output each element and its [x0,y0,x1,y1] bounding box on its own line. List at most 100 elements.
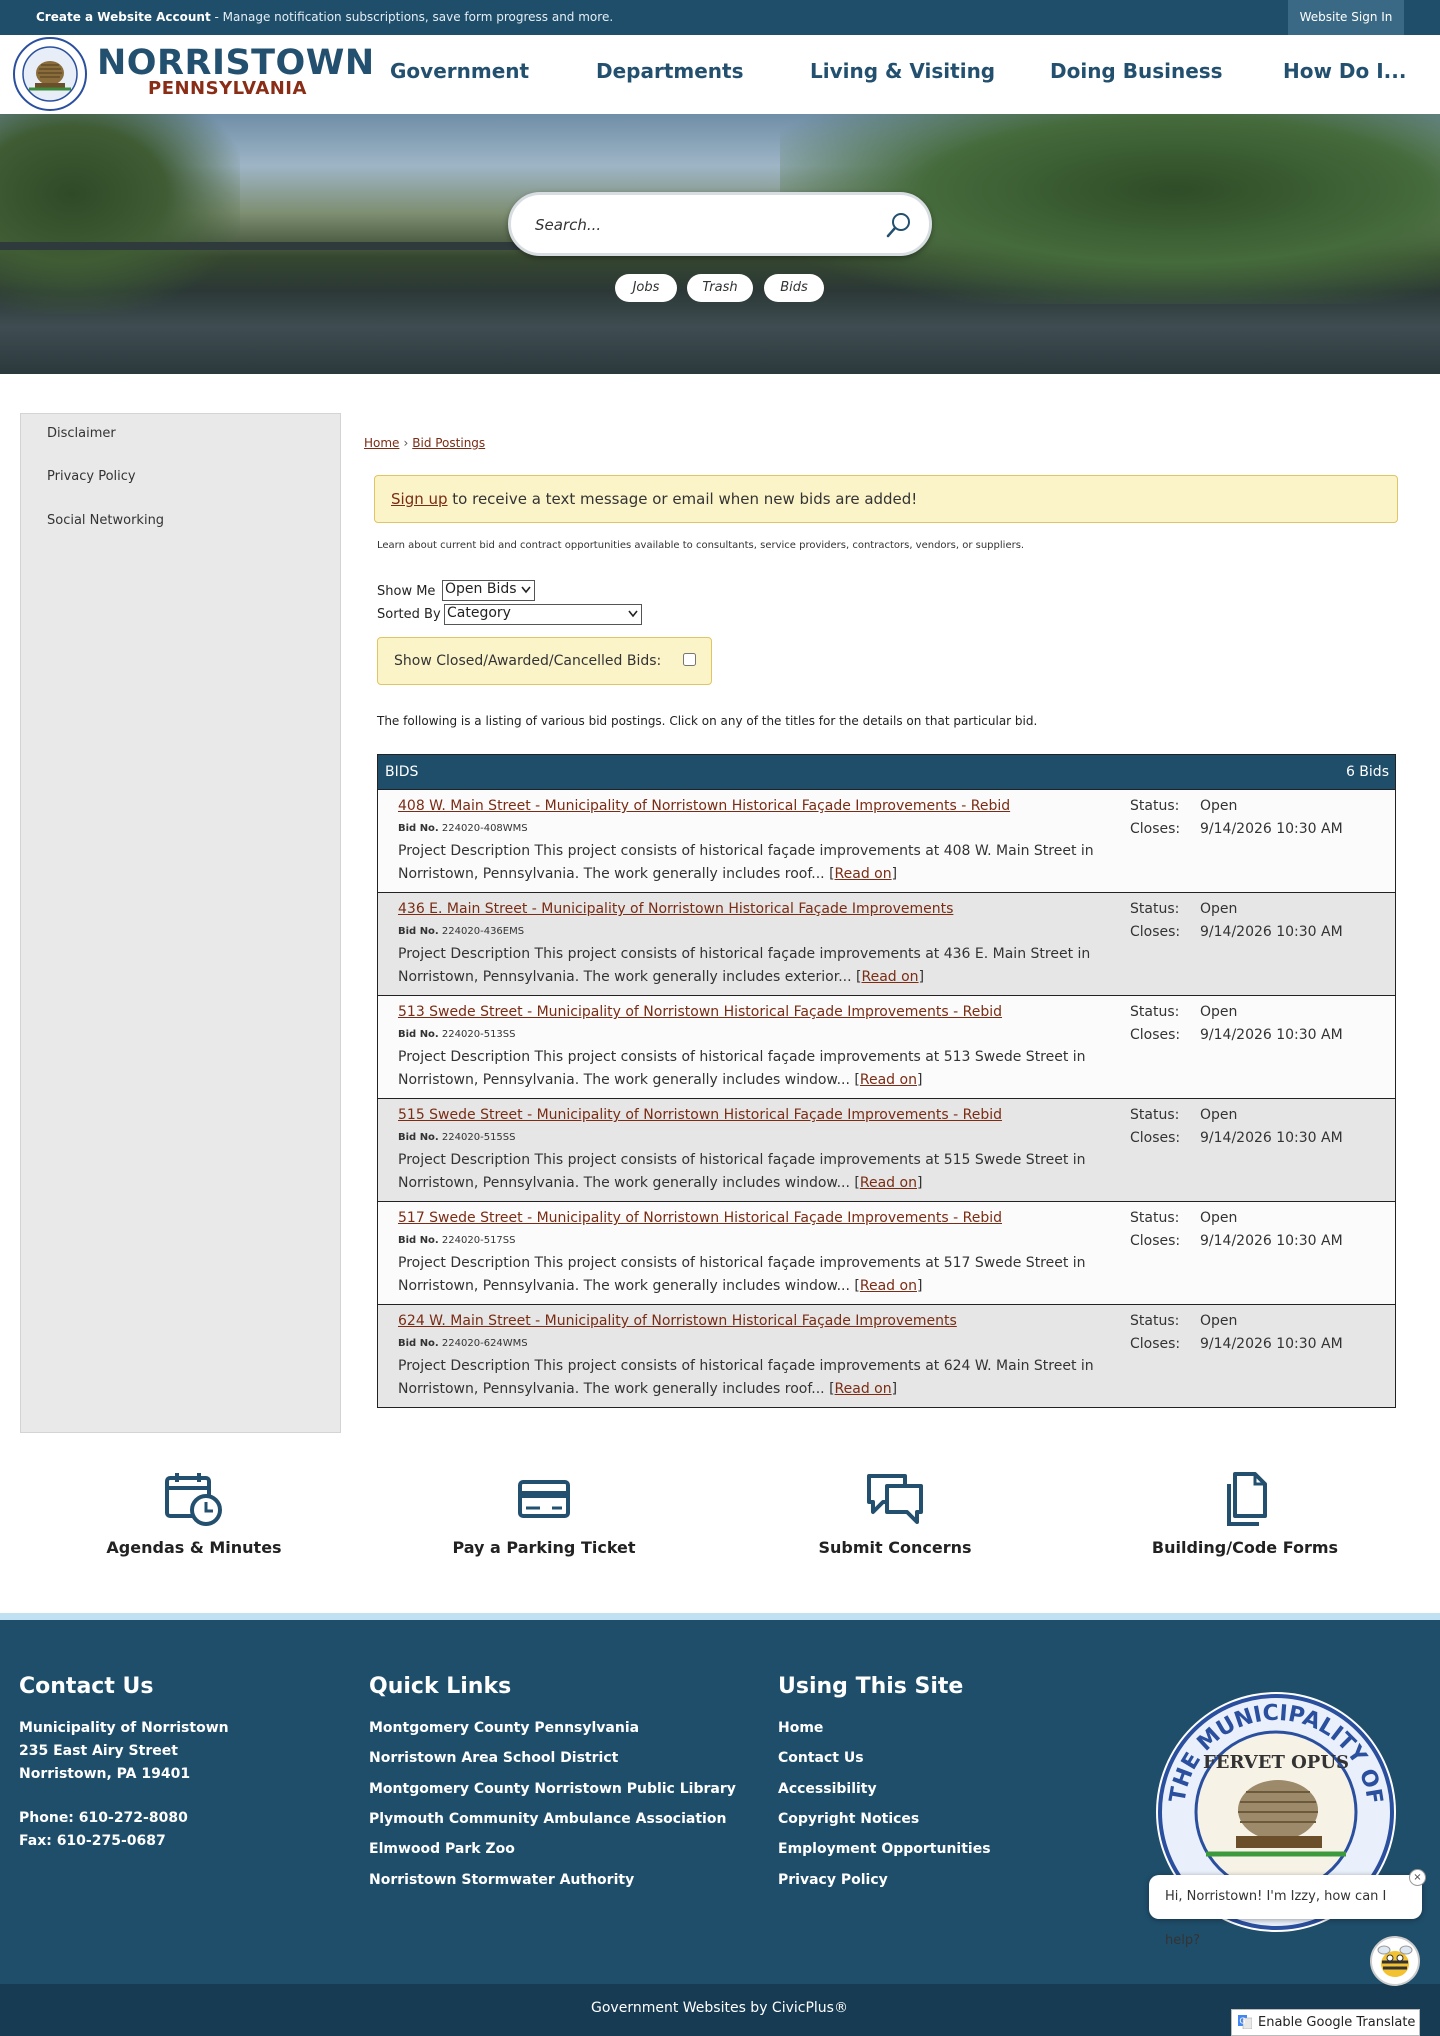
bids-count: 6 Bids [1345,764,1389,780]
sidebar-item-social-networking[interactable]: Social Networking [47,513,164,528]
using-site-heading: Using This Site [778,1674,964,1699]
read-on-link[interactable]: Read on [835,866,892,882]
bid-status-value: Open [1200,1107,1238,1123]
google-translate-icon: G [1238,2015,1252,2029]
bid-number-label: Bid No. [398,1338,439,1349]
footer-link-stormwater[interactable]: Norristown Stormwater Authority [369,1872,634,1888]
site-name[interactable]: NORRISTOWN [97,43,375,83]
bid-status-value: Open [1200,798,1238,814]
bee-mascot-icon [1377,1945,1413,1977]
quick-link-building-code-forms[interactable]: Building/Code Forms [1115,1470,1375,1557]
footer-link-contact-us[interactable]: Contact Us [778,1750,864,1766]
footer-link-employment[interactable]: Employment Opportunities [778,1841,991,1857]
breadcrumb-current[interactable]: Bid Postings [412,436,485,450]
bid-title-link[interactable]: 436 E. Main Street - Municipality of Nor… [398,901,953,917]
bid-status-label: Status: [1130,798,1180,814]
website-sign-in-button[interactable]: Website Sign In [1288,0,1404,35]
bid-title-link[interactable]: 624 W. Main Street - Municipality of Nor… [398,1313,957,1329]
read-on-link[interactable]: Read on [860,1278,917,1294]
search-icon[interactable] [885,211,913,239]
show-me-value: Open Bids [445,581,517,597]
nav-living-visiting[interactable]: Living & Visiting [810,59,995,83]
show-closed-bids-box: Show Closed/Awarded/Cancelled Bids: [377,637,712,685]
bid-number-label: Bid No. [398,926,439,937]
bid-status-label: Status: [1130,1004,1180,1020]
footer-link-public-library[interactable]: Montgomery County Norristown Public Libr… [369,1781,736,1797]
read-on-link[interactable]: Read on [835,1381,892,1397]
site-footer: Contact Us Municipality of Norristown 23… [0,1620,1440,1984]
bid-desc-line1: Project Description This project consist… [398,1358,1094,1374]
chat-bubbles-icon [867,1474,923,1524]
contact-city: Norristown, PA 19401 [19,1766,191,1782]
chat-close-icon[interactable]: × [1409,1869,1426,1886]
footer-link-home[interactable]: Home [778,1720,823,1736]
bid-description: Project Description This project consist… [398,946,1091,985]
bid-row: 624 W. Main Street - Municipality of Nor… [378,1304,1395,1407]
sidebar: Disclaimer Privacy Policy Social Network… [20,413,341,1433]
quick-link-submit-concerns[interactable]: Submit Concerns [765,1470,1025,1557]
signup-link[interactable]: Sign up [391,490,448,508]
bid-number-value: 224020-624WMS [441,1338,528,1349]
footer-link-school-district[interactable]: Norristown Area School District [369,1750,618,1766]
chat-avatar[interactable] [1370,1936,1420,1986]
sidebar-item-disclaimer[interactable]: Disclaimer [47,426,116,441]
footer-link-accessibility[interactable]: Accessibility [778,1781,877,1797]
contact-us-heading: Contact Us [19,1674,154,1699]
signup-text: to receive a text message or email when … [447,490,918,508]
bid-title-link[interactable]: 513 Swede Street - Municipality of Norri… [398,1004,1002,1020]
breadcrumb-home[interactable]: Home [364,436,399,450]
read-on-link[interactable]: Read on [860,1072,917,1088]
credit-card-icon [518,1480,570,1518]
bid-row: 515 Swede Street - Municipality of Norri… [378,1098,1395,1201]
quick-link-agendas-minutes[interactable]: Agendas & Minutes [64,1470,324,1557]
nav-government[interactable]: Government [390,59,529,83]
show-closed-checkbox[interactable] [683,653,696,666]
bid-desc-line2: Norristown, Pennsylvania. The work gener… [398,1175,855,1191]
footer-link-privacy-policy[interactable]: Privacy Policy [778,1872,888,1888]
footer-link-copyright[interactable]: Copyright Notices [778,1811,919,1827]
sidebar-item-privacy-policy[interactable]: Privacy Policy [47,469,136,484]
nav-departments[interactable]: Departments [596,59,744,83]
contact-phone[interactable]: Phone: 610-272-8080 [19,1810,188,1826]
nav-how-do-i[interactable]: How Do I... [1283,59,1406,83]
bid-title-link[interactable]: 517 Swede Street - Municipality of Norri… [398,1210,1002,1226]
civicplus-credit[interactable]: Government Websites by CivicPlus® [591,2000,848,2016]
search-input[interactable] [535,211,855,239]
show-me-select[interactable]: Open Bids [442,580,535,601]
bid-closes-label: Closes: [1130,1130,1181,1146]
chat-greeting-bubble[interactable]: Hi, Norristown! I'm Izzy, how can I help… [1149,1875,1422,1948]
bid-description: Project Description This project consist… [398,1255,1086,1294]
bid-title-link[interactable]: 408 W. Main Street - Municipality of Nor… [398,798,1010,814]
bid-number: Bid No. 224020-436EMS [398,926,524,937]
norristown-seal-logo[interactable] [13,37,87,111]
bid-description: Project Description This project consist… [398,1049,1086,1088]
nav-doing-business[interactable]: Doing Business [1050,59,1223,83]
quick-link-label: Submit Concerns [818,1538,972,1557]
footer-link-montgomery-county[interactable]: Montgomery County Pennsylvania [369,1720,639,1736]
search-pill-bids[interactable]: Bids [764,274,824,302]
signup-notice: Sign up to receive a text message or ema… [374,475,1398,523]
read-on-link[interactable]: Read on [860,1175,917,1191]
sorted-by-select[interactable]: Category [444,604,642,625]
sorted-by-value: Category [447,605,511,621]
bid-number-value: 224020-408WMS [441,823,528,834]
bid-number-value: 224020-513SS [441,1029,516,1040]
bid-status-label: Status: [1130,901,1180,917]
bid-closes-value: 9/14/2026 10:30 AM [1200,1130,1343,1146]
create-account-link[interactable]: Create a Website Account [36,10,211,24]
bid-closes-label: Closes: [1130,924,1181,940]
contact-fax: Fax: 610-275-0687 [19,1833,166,1849]
google-translate-button[interactable]: G Enable Google Translate [1231,2009,1420,2036]
bid-desc-line1: Project Description This project consist… [398,1152,1086,1168]
quick-link-parking-ticket[interactable]: Pay a Parking Ticket [414,1470,674,1557]
bid-closes-value: 9/14/2026 10:30 AM [1200,1233,1343,1249]
bid-row: 513 Swede Street - Municipality of Norri… [378,995,1395,1098]
bid-desc-line2: Norristown, Pennsylvania. The work gener… [398,866,830,882]
footer-link-zoo[interactable]: Elmwood Park Zoo [369,1841,515,1857]
search-pill-jobs[interactable]: Jobs [615,274,677,302]
read-on-link[interactable]: Read on [861,969,918,985]
footer-link-ambulance[interactable]: Plymouth Community Ambulance Association [369,1811,726,1827]
bids-header-title: BIDS [385,764,419,780]
bid-title-link[interactable]: 515 Swede Street - Municipality of Norri… [398,1107,1002,1123]
search-pill-trash[interactable]: Trash [687,274,753,302]
